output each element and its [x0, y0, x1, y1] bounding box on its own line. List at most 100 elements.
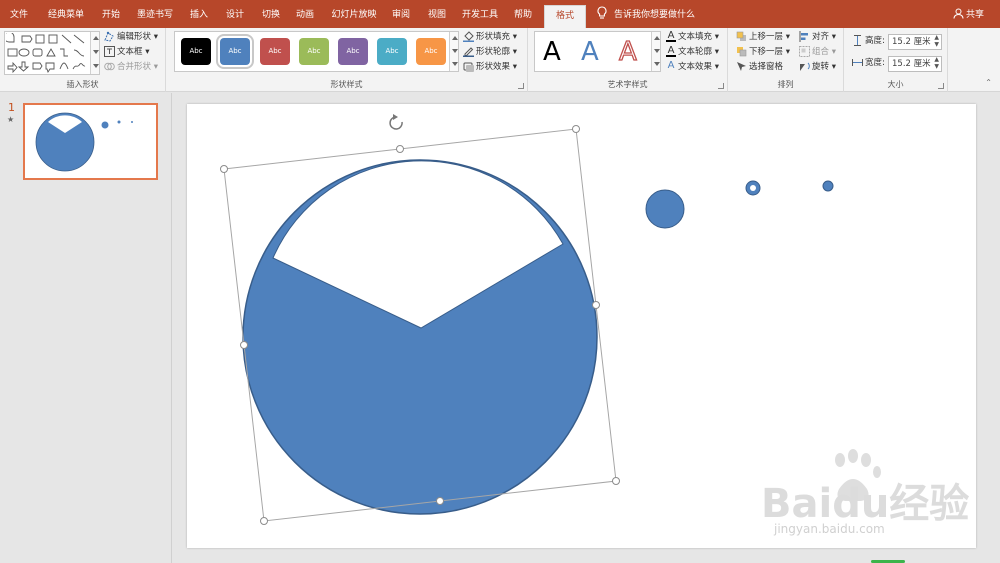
pie-shape-icon [6, 33, 15, 43]
wordart-launcher[interactable] [718, 83, 724, 89]
styles-gallery-scroll[interactable] [449, 32, 458, 71]
text-box-button[interactable]: 文本框 ▾ [104, 45, 149, 59]
shape-styles-gallery[interactable]: Abc Abc Abc Abc Abc Abc Abc [174, 31, 459, 72]
shape-effects-button[interactable]: 形状效果 ▾ [463, 60, 517, 74]
align-icon [799, 31, 808, 42]
width-spinner[interactable]: ▲ ▼ [934, 56, 939, 70]
height-input[interactable]: 15.2 厘米 ▲ ▼ [888, 34, 942, 50]
selected-pie-shape[interactable] [242, 159, 598, 515]
size-launcher[interactable] [938, 83, 944, 89]
height-spinner[interactable]: ▲ ▼ [934, 34, 939, 48]
handle-left [240, 341, 248, 349]
handle-top-right [572, 125, 580, 133]
shape-outline-button[interactable]: 形状轮廓 ▾ [463, 45, 517, 59]
slide-thumbnail[interactable] [23, 103, 158, 180]
height-icon [854, 35, 861, 46]
tab-format[interactable]: 格式 [544, 5, 586, 28]
send-backward-button[interactable]: 下移一层 ▾ [736, 45, 790, 59]
tab-insert[interactable]: 插入 [184, 0, 214, 28]
text-effects-button[interactable]: A 文本效果 ▾ [666, 60, 719, 74]
rounded-rect-shape-icon [32, 48, 43, 57]
collapse-ribbon-icon[interactable]: ⌃ [985, 78, 992, 87]
group-shape-styles: Abc Abc Abc Abc Abc Abc Abc 形状填充 ▾ 形状轮廓 … [166, 28, 528, 92]
style-preset-black[interactable]: Abc [181, 38, 211, 65]
width-input[interactable]: 15.2 厘米 ▲ ▼ [888, 56, 942, 72]
text-fill-icon: A [666, 30, 676, 42]
menu-bar: 文件 经典菜单 开始 墨迹书写 插入 设计 切换 动画 幻灯片放映 审阅 视图 … [0, 0, 1000, 28]
text-fill-label: 文本填充 [678, 32, 713, 42]
style-preset-blue[interactable]: Abc [216, 34, 254, 69]
shapes-gallery[interactable] [4, 31, 100, 75]
shape-effects-icon [463, 62, 474, 72]
arrow-down-shape-icon [17, 61, 30, 72]
share-button[interactable]: 共享 [953, 0, 984, 28]
text-outline-button[interactable]: A 文本轮廓 ▾ [666, 45, 719, 59]
bring-forward-label: 上移一层 [749, 32, 784, 42]
tab-view[interactable]: 视图 [422, 0, 452, 28]
align-button[interactable]: 对齐 ▾ [799, 30, 836, 44]
circle-shape-medium[interactable] [645, 189, 685, 229]
lightbulb-icon [597, 6, 607, 19]
tab-home[interactable]: 开始 [96, 0, 126, 28]
tab-transitions[interactable]: 切换 [256, 0, 286, 28]
wordart-red-outline[interactable]: A [618, 36, 637, 68]
textbox-icon [104, 46, 115, 57]
wordart-blue[interactable]: A [581, 36, 599, 68]
curve-shape-icon [73, 49, 85, 57]
animation-star-icon: ★ [7, 115, 15, 124]
edit-shape-button[interactable]: 编辑形状 ▾ [104, 30, 158, 44]
group-objects-button[interactable]: 组合 ▾ [799, 45, 836, 59]
tab-slideshow[interactable]: 幻灯片放映 [330, 0, 378, 28]
shape-fill-button[interactable]: 形状填充 ▾ [463, 30, 517, 44]
freeform-shape-icon [72, 63, 86, 70]
width-icon [852, 59, 863, 66]
tab-classic-menu[interactable]: 经典菜单 [44, 0, 88, 28]
handle-top [396, 145, 404, 153]
edit-shape-label: 编辑形状 [117, 32, 152, 42]
wordart-gallery[interactable]: A A A [534, 31, 661, 72]
group-wordart-styles: A A A A 文本填充 ▾ A 文本轮廓 ▾ A 文本效果 ▾ 艺术字样式 [528, 28, 728, 92]
line2-shape-icon [73, 34, 85, 44]
merge-shapes-button[interactable]: 合并形状 ▾ [104, 60, 158, 74]
width-label: 宽度: [865, 58, 885, 68]
circle-shape-tiny[interactable] [822, 180, 834, 192]
slide[interactable]: Baidu经验 jingyan.baidu.com [187, 104, 976, 548]
shape-styles-launcher[interactable] [518, 83, 524, 89]
text-outline-icon: A [666, 45, 676, 57]
width-control: 宽度: [852, 56, 885, 70]
tab-developer[interactable]: 开发工具 [460, 0, 500, 28]
wordart-gallery-scroll[interactable] [651, 32, 660, 71]
tell-me-search[interactable]: 告诉我你想要做什么 [596, 0, 695, 28]
group-label-arrange: 排列 [777, 80, 794, 89]
align-label: 对齐 [812, 32, 830, 42]
tab-help[interactable]: 帮助 [508, 0, 538, 28]
style-preset-orange[interactable]: Abc [416, 38, 446, 65]
tab-animations[interactable]: 动画 [290, 0, 320, 28]
paint-bucket-icon [463, 31, 474, 42]
tab-review[interactable]: 审阅 [386, 0, 416, 28]
tell-me-text: 告诉我你想要做什么 [614, 10, 696, 20]
text-fill-button[interactable]: A 文本填充 ▾ [666, 30, 719, 44]
style-preset-green[interactable]: Abc [299, 38, 329, 65]
arc-shape-icon [59, 62, 69, 70]
style-preset-aqua[interactable]: Abc [377, 38, 407, 65]
shapes-gallery-scroll[interactable] [90, 32, 99, 74]
style-preset-purple[interactable]: Abc [338, 38, 368, 65]
group-label-shape-styles: 形状样式 [330, 80, 363, 89]
rotation-handle-icon[interactable] [389, 114, 403, 130]
style-preset-red[interactable]: Abc [260, 38, 290, 65]
tab-file[interactable]: 文件 [3, 0, 35, 28]
tab-design[interactable]: 设计 [220, 0, 250, 28]
group-icon [799, 46, 810, 57]
watermark-brand: Baidu经验 [761, 481, 969, 527]
tab-ink[interactable]: 墨迹书写 [134, 0, 176, 28]
bring-forward-button[interactable]: 上移一层 ▾ [736, 30, 790, 44]
handle-bottom-right [612, 477, 620, 485]
shapes-icons [6, 33, 86, 74]
selection-pane-button[interactable]: 选择窗格 [736, 60, 783, 74]
height-value: 15.2 厘米 [892, 37, 931, 47]
wordart-black[interactable]: A [543, 36, 561, 68]
handle-top-left [220, 165, 228, 173]
rotate-button[interactable]: 旋转 ▾ [799, 60, 836, 74]
bring-forward-icon [736, 31, 746, 41]
